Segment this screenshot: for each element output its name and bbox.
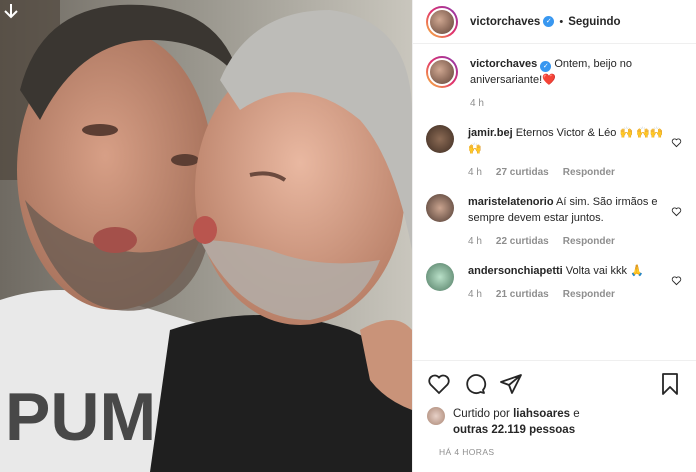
comment-row: jamir.bej Eternos Victor & Léo 🙌 🙌🙌🙌 4 h… [426, 125, 682, 178]
caption-avatar[interactable] [426, 56, 458, 88]
caption-age: 4 h [470, 98, 484, 109]
comment-like-heart-icon[interactable] [671, 206, 682, 217]
likes-mid: e [570, 408, 580, 420]
reply-button[interactable]: Responder [563, 289, 615, 300]
likes-others[interactable]: outras 22.119 pessoas [453, 424, 575, 436]
verified-badge-icon: ✓ [540, 61, 552, 72]
comment-row: andersonchiapetti Volta vai kkk 🙏 4 h 21 … [426, 263, 682, 300]
separator-dot: • [559, 15, 564, 28]
post-photo[interactable]: PUMA [0, 0, 412, 472]
comment-like-heart-icon[interactable] [671, 275, 682, 286]
liker-avatar[interactable] [427, 407, 445, 425]
heart-icon[interactable] [427, 372, 451, 396]
post-side-panel: victorchaves ✓ • Seguindo victorchaves ✓ … [412, 0, 696, 472]
photo-illustration: PUMA [0, 0, 412, 472]
comment-age: 4 h [468, 236, 482, 247]
heart-emoji: ❤️ [542, 74, 556, 86]
author-username[interactable]: victorchaves [470, 16, 540, 28]
commenter-avatar[interactable] [426, 125, 454, 153]
reply-button[interactable]: Responder [563, 167, 615, 178]
comment-icon[interactable] [463, 372, 487, 396]
caption-row: victorchaves ✓ Ontem, beijo no aniversari… [426, 56, 682, 109]
liker-username[interactable]: liahsoares [513, 408, 570, 420]
post-header: victorchaves ✓ • Seguindo [413, 0, 696, 44]
caption-username[interactable]: victorchaves [470, 58, 537, 70]
comment-username[interactable]: jamir.bej [468, 127, 513, 139]
verified-badge-icon: ✓ [543, 16, 555, 27]
commenter-avatar[interactable] [426, 194, 454, 222]
comment-likes[interactable]: 21 curtidas [496, 289, 549, 300]
comment-text: Volta vai kkk 🙏 [562, 265, 644, 277]
post-actions-bar [413, 360, 696, 406]
comment-age: 4 h [468, 289, 482, 300]
author-avatar[interactable] [426, 5, 458, 38]
instagram-post-view: PUMA victorchaves ✓ • Seguindo victorcha… [0, 0, 696, 472]
commenter-avatar[interactable] [426, 263, 454, 291]
comment-likes[interactable]: 27 curtidas [496, 167, 549, 178]
comment-row: maristelatenorio Aí sim. São irmãos e se… [426, 194, 682, 247]
comments-list[interactable]: victorchaves ✓ Ontem, beijo no aniversari… [413, 44, 696, 360]
post-timestamp[interactable]: HÁ 4 HORAS [439, 447, 495, 457]
comment-username[interactable]: andersonchiapetti [468, 265, 563, 277]
download-arrow-icon[interactable] [2, 2, 20, 20]
follow-status-button[interactable]: Seguindo [568, 16, 620, 28]
likes-summary: Curtido por liahsoares e outras 22.119 p… [427, 406, 682, 438]
share-icon[interactable] [499, 372, 523, 396]
reply-button[interactable]: Responder [563, 236, 615, 247]
comment-username[interactable]: maristelatenorio [468, 196, 554, 208]
comment-likes[interactable]: 22 curtidas [496, 236, 549, 247]
likes-prefix: Curtido por [453, 408, 514, 420]
bookmark-icon[interactable] [658, 372, 682, 396]
comment-age: 4 h [468, 167, 482, 178]
comment-like-heart-icon[interactable] [671, 137, 682, 148]
